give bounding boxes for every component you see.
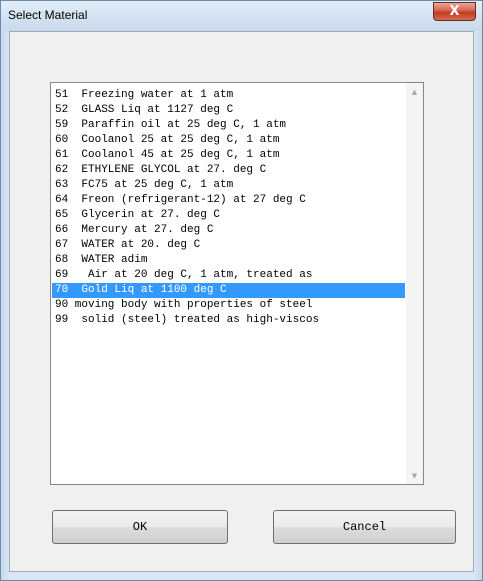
list-item[interactable]: 64 Freon (refrigerant-12) at 27 deg C xyxy=(52,193,405,208)
cancel-button[interactable]: Cancel xyxy=(273,510,456,544)
list-item[interactable]: 51 Freezing water at 1 atm xyxy=(52,88,405,103)
scroll-up-arrow-icon[interactable]: ▲ xyxy=(406,83,423,100)
material-listbox[interactable]: 51 Freezing water at 1 atm 52 GLASS Liq a… xyxy=(50,82,424,485)
list-item[interactable]: 66 Mercury at 27. deg C xyxy=(52,223,405,238)
list-item[interactable]: 63 FC75 at 25 deg C, 1 atm xyxy=(52,178,405,193)
list-item[interactable]: 99 solid (steel) treated as high-viscos xyxy=(52,313,405,328)
window-title: Select Material xyxy=(8,8,88,22)
list-item[interactable]: 67 WATER at 20. deg C xyxy=(52,238,405,253)
close-button[interactable]: X xyxy=(433,2,476,21)
dialog-window: Select Material X 51 Freezing water at 1… xyxy=(0,0,483,581)
list-item[interactable]: 68 WATER adim xyxy=(52,253,405,268)
material-list[interactable]: 51 Freezing water at 1 atm 52 GLASS Liq a… xyxy=(52,84,405,483)
list-item[interactable]: 61 Coolanol 45 at 25 deg C, 1 atm xyxy=(52,148,405,163)
vertical-scrollbar[interactable]: ▲ ▼ xyxy=(406,83,423,484)
list-item[interactable]: 69 Air at 20 deg C, 1 atm, treated as xyxy=(52,268,405,283)
list-item[interactable]: 60 Coolanol 25 at 25 deg C, 1 atm xyxy=(52,133,405,148)
list-item[interactable]: 90 moving body with properties of steel xyxy=(52,298,405,313)
list-item[interactable]: 52 GLASS Liq at 1127 deg C xyxy=(52,103,405,118)
list-item-selected[interactable]: 70 Gold Liq at 1100 deg C xyxy=(52,283,405,298)
ok-button[interactable]: OK xyxy=(52,510,228,544)
list-item[interactable]: 62 ETHYLENE GLYCOL at 27. deg C xyxy=(52,163,405,178)
close-icon: X xyxy=(449,4,460,19)
scroll-down-arrow-icon[interactable]: ▼ xyxy=(406,467,423,484)
title-bar[interactable]: Select Material X xyxy=(1,1,482,31)
list-item[interactable]: 59 Paraffin oil at 25 deg C, 1 atm xyxy=(52,118,405,133)
list-item[interactable]: 65 Glycerin at 27. deg C xyxy=(52,208,405,223)
dialog-client-area: 51 Freezing water at 1 atm 52 GLASS Liq a… xyxy=(9,31,474,572)
